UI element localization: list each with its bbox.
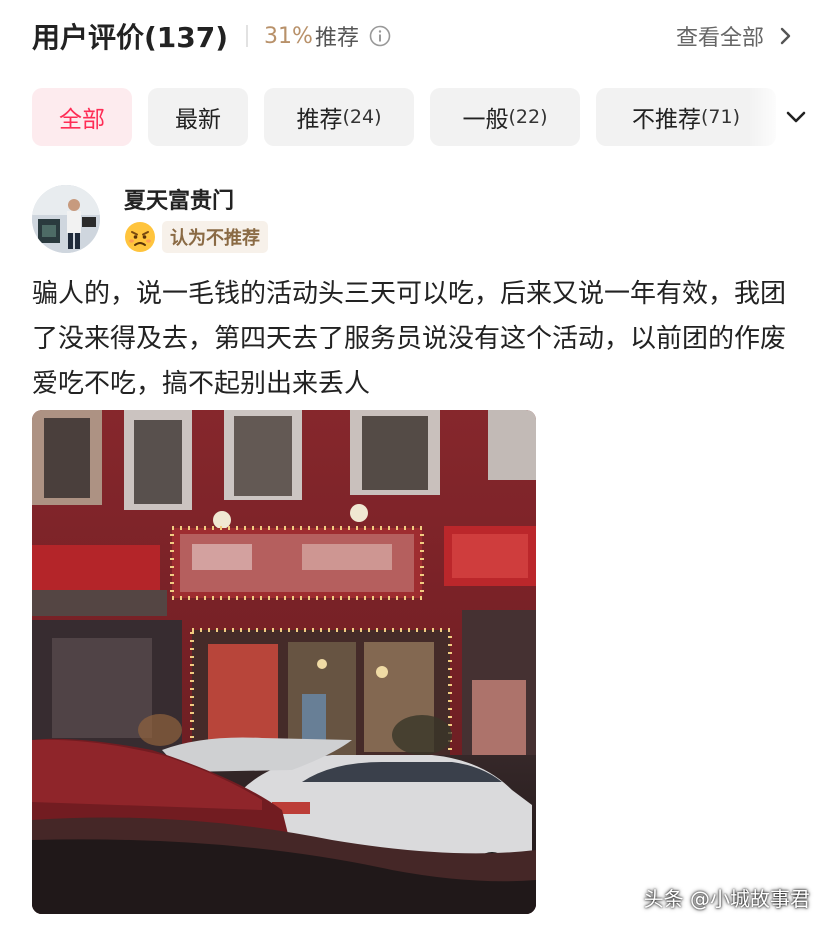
page-title: 用户评价(137) bbox=[32, 21, 229, 54]
divider bbox=[246, 25, 249, 47]
watermark: 头条 @小城故事君 bbox=[643, 887, 810, 911]
filter-chips: 全部 最新 推荐 (24) 一般 (22) 不推荐 (71) bbox=[32, 88, 828, 146]
filter-chip-label: 全部 bbox=[59, 107, 105, 133]
filter-chip-label: 最新 bbox=[175, 107, 221, 133]
filter-chip-recommend[interactable]: 推荐 (24) bbox=[264, 88, 414, 146]
restaurant-storefront-image bbox=[32, 410, 536, 914]
angry-face-icon bbox=[125, 222, 155, 252]
filter-chip-count: (22) bbox=[508, 106, 548, 128]
review-photo[interactable] bbox=[32, 410, 536, 914]
avatar[interactable] bbox=[32, 185, 100, 253]
filter-chip-label: 推荐 bbox=[296, 107, 343, 133]
filter-chip-all[interactable]: 全部 bbox=[32, 88, 132, 146]
recommend-rate: 31% bbox=[264, 23, 313, 49]
filter-chip-count: (24) bbox=[342, 106, 382, 128]
view-all-link[interactable]: 查看全部 bbox=[676, 20, 796, 52]
review-text: 骗人的，说一毛钱的活动头三天可以吃，后来又说一年有效，我团了没来得及去，第四天去… bbox=[32, 279, 787, 399]
filter-chip-label: 一般 bbox=[462, 107, 509, 133]
verdict-tag: 认为不推荐 bbox=[124, 221, 268, 253]
view-all-label: 查看全部 bbox=[675, 26, 764, 51]
review-username[interactable]: 夏天富贵门 bbox=[124, 183, 234, 215]
chevron-right-icon bbox=[780, 27, 791, 45]
filter-chip-latest[interactable]: 最新 bbox=[148, 88, 248, 146]
reviews-header: 用户评价(137) 31% 推荐 查看全部 bbox=[32, 14, 796, 58]
chevron-down-icon bbox=[786, 111, 806, 123]
filter-chip-neutral[interactable]: 一般 (22) bbox=[430, 88, 580, 146]
filter-chip-count: (71) bbox=[700, 106, 740, 128]
filter-chip-label: 不推荐 bbox=[631, 107, 701, 133]
info-icon[interactable] bbox=[369, 25, 391, 47]
avatar-photo bbox=[32, 185, 100, 253]
recommend-label: 推荐 bbox=[314, 26, 359, 51]
verdict-label: 认为不推荐 bbox=[162, 221, 268, 253]
expand-filters-button[interactable] bbox=[748, 88, 828, 146]
